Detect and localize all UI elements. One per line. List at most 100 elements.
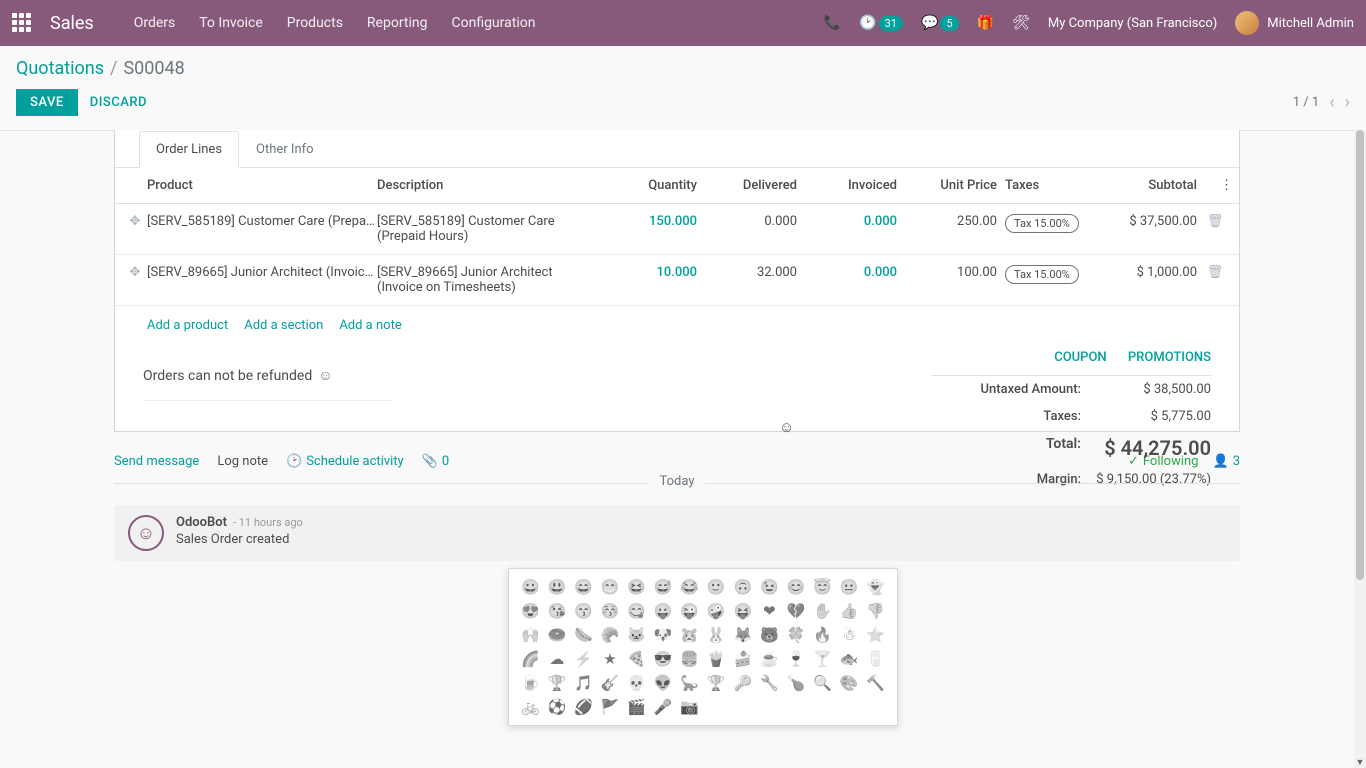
promotions-button[interactable]: PROMOTIONS bbox=[1128, 350, 1211, 365]
cell-description[interactable]: [SERV_585189] Customer Care (Prepaid Hou… bbox=[377, 214, 597, 244]
emoji-item[interactable]: 👍 bbox=[838, 601, 861, 621]
drag-handle-icon[interactable]: ✥ bbox=[123, 265, 147, 280]
emoji-item[interactable]: 🐻 bbox=[758, 625, 781, 645]
emoji-item[interactable]: ⚡ bbox=[572, 649, 595, 669]
emoji-item[interactable]: 🚲 bbox=[519, 697, 542, 717]
emoji-item[interactable]: 🍰 bbox=[732, 649, 755, 669]
cell-invoiced[interactable]: 0.000 bbox=[797, 265, 897, 280]
wrench-icon[interactable]: 🛠 bbox=[1012, 15, 1030, 31]
emoji-item[interactable]: 🐶 bbox=[652, 625, 675, 645]
emoji-item[interactable]: 🐱 bbox=[625, 625, 648, 645]
emoji-item[interactable]: 🍗 bbox=[785, 673, 808, 693]
emoji-item[interactable]: 😚 bbox=[599, 601, 622, 621]
tax-chip[interactable]: Tax 15.00% bbox=[1005, 265, 1079, 284]
emoji-item[interactable]: ⭐ bbox=[864, 625, 887, 645]
tab-order-lines[interactable]: Order Lines bbox=[139, 131, 239, 168]
messages-icon[interactable]: 💬5 bbox=[921, 15, 959, 31]
send-message-link[interactable]: Send message bbox=[114, 454, 199, 469]
add-section-link[interactable]: Add a section bbox=[244, 318, 323, 333]
emoji-trigger-icon[interactable]: ☺ bbox=[779, 418, 794, 436]
emoji-item[interactable]: 🍀 bbox=[785, 625, 808, 645]
emoji-item[interactable]: 🎨 bbox=[838, 673, 861, 693]
emoji-item[interactable]: 😀 bbox=[519, 577, 542, 597]
crumb-root[interactable]: Quotations bbox=[16, 58, 104, 79]
cell-delivered[interactable]: 0.000 bbox=[697, 214, 797, 229]
discard-button[interactable]: DISCARD bbox=[90, 95, 147, 110]
emoji-item[interactable]: 🤪 bbox=[705, 601, 728, 621]
cell-delivered[interactable]: 32.000 bbox=[697, 265, 797, 280]
emoji-item[interactable]: 😐 bbox=[838, 577, 861, 597]
emoji-item[interactable]: ⚽ bbox=[546, 697, 569, 717]
table-row[interactable]: ✥ [SERV_585189] Customer Care (Prepai...… bbox=[115, 204, 1239, 255]
emoji-popover[interactable]: 😀😃😄😁😆😅😂🙂🙃😉😊😇😐👻😍😘😙😚😋😛😜🤪😝❤💔✋👍👎🙌🍩🌭🥐🐱🐶🐹🐰🦊🐻🍀🔥… bbox=[508, 568, 898, 726]
emoji-item[interactable]: 🙃 bbox=[732, 577, 755, 597]
emoji-item[interactable]: 🍸 bbox=[811, 649, 834, 669]
tab-other-info[interactable]: Other Info bbox=[239, 131, 331, 168]
emoji-item[interactable]: 😊 bbox=[785, 577, 808, 597]
emoji-item[interactable]: 🔍 bbox=[811, 673, 834, 693]
emoji-item[interactable]: 🎸 bbox=[599, 673, 622, 693]
user-menu[interactable]: Mitchell Admin bbox=[1235, 11, 1354, 35]
trash-icon[interactable]: 🗑 bbox=[1197, 214, 1233, 229]
emoji-item[interactable]: 🎬 bbox=[625, 697, 648, 717]
emoji-item[interactable]: 😇 bbox=[811, 577, 834, 597]
drag-handle-icon[interactable]: ✥ bbox=[123, 214, 147, 229]
add-note-link[interactable]: Add a note bbox=[339, 318, 401, 333]
schedule-activity-link[interactable]: 🕑Schedule activity bbox=[286, 454, 404, 469]
pager-prev-icon[interactable]: ‹ bbox=[1329, 92, 1334, 113]
emoji-item[interactable]: 🔑 bbox=[732, 673, 755, 693]
nav-configuration[interactable]: Configuration bbox=[451, 15, 535, 31]
cell-quantity[interactable]: 150.000 bbox=[597, 214, 697, 229]
emoji-item[interactable]: 🍺 bbox=[519, 673, 542, 693]
nav-orders[interactable]: Orders bbox=[134, 15, 176, 31]
scroll-down-icon[interactable]: ▼ bbox=[1354, 757, 1366, 768]
emoji-item[interactable]: ☃ bbox=[838, 625, 861, 645]
emoji-item[interactable]: 🎵 bbox=[572, 673, 595, 693]
table-row[interactable]: ✥ [SERV_89665] Junior Architect (Invoice… bbox=[115, 255, 1239, 306]
emoji-item[interactable]: 🚩 bbox=[599, 697, 622, 717]
nav-to-invoice[interactable]: To Invoice bbox=[199, 15, 263, 31]
emoji-item[interactable]: 💀 bbox=[625, 673, 648, 693]
emoji-item[interactable]: 😂 bbox=[678, 577, 701, 597]
log-note-link[interactable]: Log note bbox=[217, 454, 268, 469]
notes-input[interactable]: Orders can not be refunded ☺ bbox=[143, 363, 393, 401]
emoji-item[interactable]: 🎤 bbox=[652, 697, 675, 717]
emoji-item[interactable]: 🏆 bbox=[705, 673, 728, 693]
scroll-thumb[interactable] bbox=[1356, 130, 1364, 580]
add-product-link[interactable]: Add a product bbox=[147, 318, 228, 333]
trash-icon[interactable]: 🗑 bbox=[1197, 265, 1233, 280]
emoji-item[interactable]: 😛 bbox=[652, 601, 675, 621]
emoji-item[interactable]: 😃 bbox=[546, 577, 569, 597]
cell-quantity[interactable]: 10.000 bbox=[597, 265, 697, 280]
emoji-item[interactable]: ★ bbox=[599, 649, 622, 669]
emoji-item[interactable]: 😘 bbox=[546, 601, 569, 621]
tax-chip[interactable]: Tax 15.00% bbox=[1005, 214, 1079, 233]
cell-unit-price[interactable]: 250.00 bbox=[897, 214, 997, 229]
pager-next-icon[interactable]: › bbox=[1345, 92, 1350, 113]
emoji-item[interactable]: 😁 bbox=[599, 577, 622, 597]
nav-products[interactable]: Products bbox=[287, 15, 343, 31]
company-name[interactable]: My Company (San Francisco) bbox=[1048, 16, 1217, 31]
emoji-item[interactable]: 🍩 bbox=[546, 625, 569, 645]
emoji-item[interactable]: 🦊 bbox=[732, 625, 755, 645]
emoji-item[interactable]: 😆 bbox=[625, 577, 648, 597]
emoji-item[interactable]: 🐹 bbox=[678, 625, 701, 645]
cell-description[interactable]: [SERV_89665] Junior Architect (Invoice o… bbox=[377, 265, 597, 295]
emoji-item[interactable]: 🌈 bbox=[519, 649, 542, 669]
emoji-item[interactable]: 😉 bbox=[758, 577, 781, 597]
col-menu-icon[interactable]: ⋮ bbox=[1197, 178, 1233, 193]
emoji-item[interactable]: 🍷 bbox=[785, 649, 808, 669]
emoji-item[interactable]: 🥛 bbox=[864, 649, 887, 669]
emoji-item[interactable]: 🙌 bbox=[519, 625, 542, 645]
emoji-item[interactable]: 😜 bbox=[678, 601, 701, 621]
emoji-item[interactable]: ☁ bbox=[546, 649, 569, 669]
emoji-item[interactable]: 🐟 bbox=[838, 649, 861, 669]
emoji-item[interactable]: 🏆 bbox=[546, 673, 569, 693]
emoji-item[interactable]: 😎 bbox=[652, 649, 675, 669]
followers-count[interactable]: 👤3 bbox=[1213, 454, 1241, 469]
brand-name[interactable]: Sales bbox=[50, 13, 94, 34]
cell-invoiced[interactable]: 0.000 bbox=[797, 214, 897, 229]
emoji-item[interactable]: 😋 bbox=[625, 601, 648, 621]
msg-author[interactable]: OdooBot bbox=[176, 515, 227, 530]
apps-icon[interactable] bbox=[12, 13, 32, 33]
